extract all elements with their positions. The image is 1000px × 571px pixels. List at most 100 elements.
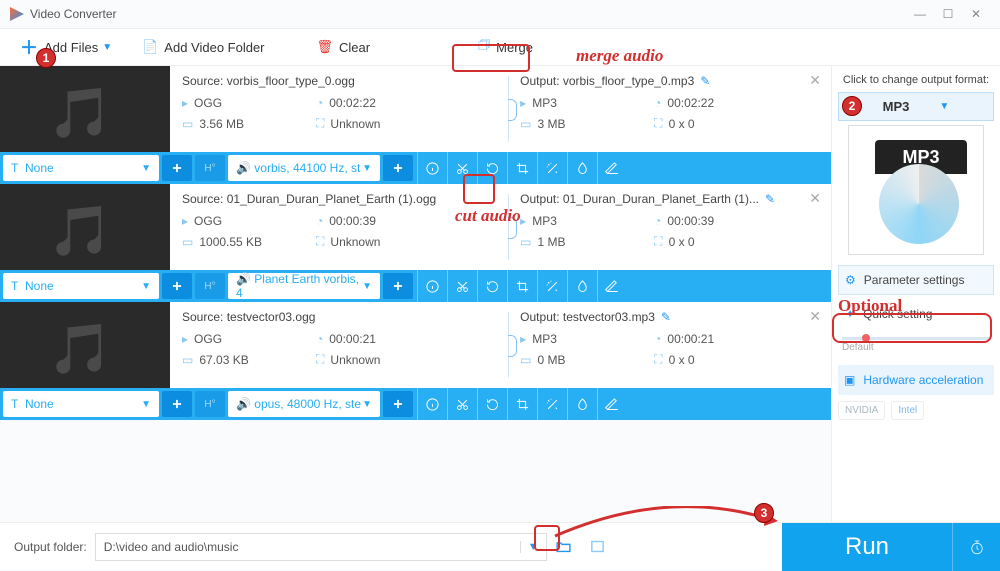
hardware-acceleration-button[interactable]: ▣ Hardware acceleration bbox=[838, 365, 994, 395]
output-size: 0 MB bbox=[538, 353, 566, 367]
subtitle-value: None bbox=[25, 279, 54, 293]
edit-all-button[interactable] bbox=[597, 270, 627, 302]
remove-file-button[interactable]: ✕ bbox=[809, 190, 821, 207]
cut-button[interactable] bbox=[447, 388, 477, 420]
column-divider bbox=[508, 76, 518, 142]
footer-bar: Output folder: ▼ Run bbox=[0, 522, 1000, 570]
crop-button[interactable] bbox=[507, 270, 537, 302]
slider-knob[interactable] bbox=[862, 334, 870, 342]
add-audio-button[interactable] bbox=[383, 273, 413, 299]
merge-icon: 🗇 bbox=[478, 36, 490, 58]
list-output-button[interactable] bbox=[581, 538, 615, 555]
dimensions-icon: ⛶ bbox=[654, 352, 662, 367]
effects-button[interactable] bbox=[537, 270, 567, 302]
info-button[interactable] bbox=[417, 270, 447, 302]
format-icon: ▸ bbox=[520, 332, 526, 346]
size-icon: ▭ bbox=[182, 353, 193, 367]
output-folder-input[interactable] bbox=[96, 540, 520, 554]
edit-output-icon[interactable]: ✎ bbox=[661, 310, 671, 324]
cut-button[interactable] bbox=[447, 270, 477, 302]
crop-button[interactable] bbox=[507, 388, 537, 420]
output-duration: 00:00:21 bbox=[667, 332, 714, 346]
audio-track-dropdown[interactable]: 🔊 opus, 48000 Hz, ste▼ bbox=[228, 391, 380, 417]
dimensions-icon: ⛶ bbox=[316, 116, 324, 131]
effects-button[interactable] bbox=[537, 152, 567, 184]
folder-video-icon: 📄 bbox=[142, 39, 158, 55]
crop-button[interactable] bbox=[507, 152, 537, 184]
close-window-button[interactable]: ✕ bbox=[962, 4, 990, 24]
audio-track-dropdown[interactable]: 🔊 Planet Earth vorbis, 4▼ bbox=[228, 273, 380, 299]
subtitle-dropdown[interactable]: T None▼ bbox=[3, 391, 159, 417]
output-folder-dropdown[interactable]: ▼ bbox=[520, 541, 546, 553]
size-icon: ▭ bbox=[520, 117, 531, 131]
annotation-bubble-2: 2 bbox=[842, 96, 862, 116]
run-button[interactable]: Run bbox=[782, 523, 952, 571]
add-folder-label: Add Video Folder bbox=[164, 40, 264, 55]
info-button[interactable] bbox=[417, 388, 447, 420]
side-panel: Click to change output format: MP3 ▼ MP3… bbox=[832, 66, 1000, 522]
open-folder-button[interactable] bbox=[547, 538, 581, 555]
clock-icon: ◔ bbox=[654, 96, 661, 110]
quality-slider[interactable] bbox=[842, 337, 990, 340]
add-subtitle-button[interactable] bbox=[162, 155, 192, 181]
clock-icon: ◔ bbox=[654, 332, 661, 346]
output-format-label: MP3 bbox=[883, 99, 910, 114]
merge-button[interactable]: 🗇 Merge bbox=[468, 32, 543, 62]
source-duration: 00:02:22 bbox=[329, 96, 376, 110]
disc-icon bbox=[879, 164, 959, 244]
minimize-button[interactable]: — bbox=[906, 4, 934, 24]
effects-button[interactable] bbox=[537, 388, 567, 420]
schedule-button[interactable] bbox=[952, 523, 1000, 571]
output-format: MP3 bbox=[532, 214, 557, 228]
clear-label: Clear bbox=[339, 40, 370, 55]
output-size: 1 MB bbox=[538, 235, 566, 249]
add-video-folder-button[interactable]: 📄 Add Video Folder bbox=[132, 35, 274, 59]
rotate-button[interactable] bbox=[477, 388, 507, 420]
nvidia-badge: NVIDIA bbox=[838, 401, 885, 420]
watermark-button[interactable] bbox=[567, 152, 597, 184]
output-dimensions: 0 x 0 bbox=[669, 117, 695, 131]
file-thumbnail bbox=[0, 302, 170, 388]
rotate-button[interactable] bbox=[477, 152, 507, 184]
hd-button[interactable]: H° bbox=[195, 155, 225, 181]
remove-file-button[interactable]: ✕ bbox=[809, 72, 821, 89]
info-button[interactable] bbox=[417, 152, 447, 184]
clear-button[interactable]: 🗑 Clear bbox=[307, 35, 381, 59]
add-subtitle-button[interactable] bbox=[162, 391, 192, 417]
maximize-button[interactable]: ☐ bbox=[934, 4, 962, 24]
chevron-down-icon[interactable]: ▼ bbox=[102, 42, 112, 53]
parameter-settings-button[interactable]: ⚙ Parameter settings bbox=[838, 265, 994, 295]
edit-all-button[interactable] bbox=[597, 152, 627, 184]
watermark-button[interactable] bbox=[567, 270, 597, 302]
edit-output-icon[interactable]: ✎ bbox=[700, 74, 710, 88]
output-column: ✕ Output: 01_Duran_Duran_Planet_Earth (1… bbox=[508, 184, 831, 270]
subtitle-dropdown[interactable]: T None▼ bbox=[3, 273, 159, 299]
add-audio-button[interactable] bbox=[383, 391, 413, 417]
file-card: Source: vorbis_floor_type_0.ogg ▸OGG ◔00… bbox=[0, 66, 831, 184]
add-files-button[interactable]: ＋ Add Files ▼ bbox=[10, 30, 128, 64]
audio-track-dropdown[interactable]: 🔊 vorbis, 44100 Hz, st▼ bbox=[228, 155, 380, 181]
format-icon: ▸ bbox=[182, 96, 188, 110]
annotation-merge-audio: merge audio bbox=[576, 46, 663, 66]
output-label: Output: 01_Duran_Duran_Planet_Earth (1).… bbox=[520, 192, 759, 206]
output-size: 3 MB bbox=[538, 117, 566, 131]
hd-button[interactable]: H° bbox=[195, 273, 225, 299]
format-icon: ▸ bbox=[182, 332, 188, 346]
source-label: Source: 01_Duran_Duran_Planet_Earth (1).… bbox=[182, 192, 504, 206]
edit-all-button[interactable] bbox=[597, 388, 627, 420]
rotate-button[interactable] bbox=[477, 270, 507, 302]
cut-button[interactable] bbox=[447, 152, 477, 184]
run-label: Run bbox=[845, 533, 889, 561]
watermark-button[interactable] bbox=[567, 388, 597, 420]
remove-file-button[interactable]: ✕ bbox=[809, 308, 821, 325]
clock-icon: ◔ bbox=[316, 332, 323, 346]
subtitle-value: None bbox=[25, 161, 54, 175]
edit-output-icon[interactable]: ✎ bbox=[765, 192, 775, 206]
source-size: 3.56 MB bbox=[199, 117, 244, 131]
add-audio-button[interactable] bbox=[383, 155, 413, 181]
add-subtitle-button[interactable] bbox=[162, 273, 192, 299]
file-action-bar: T None▼ H° 🔊 vorbis, 44100 Hz, st▼ bbox=[0, 152, 831, 184]
subtitle-dropdown[interactable]: T None▼ bbox=[3, 155, 159, 181]
source-dimensions: Unknown bbox=[330, 235, 380, 249]
hd-button[interactable]: H° bbox=[195, 391, 225, 417]
